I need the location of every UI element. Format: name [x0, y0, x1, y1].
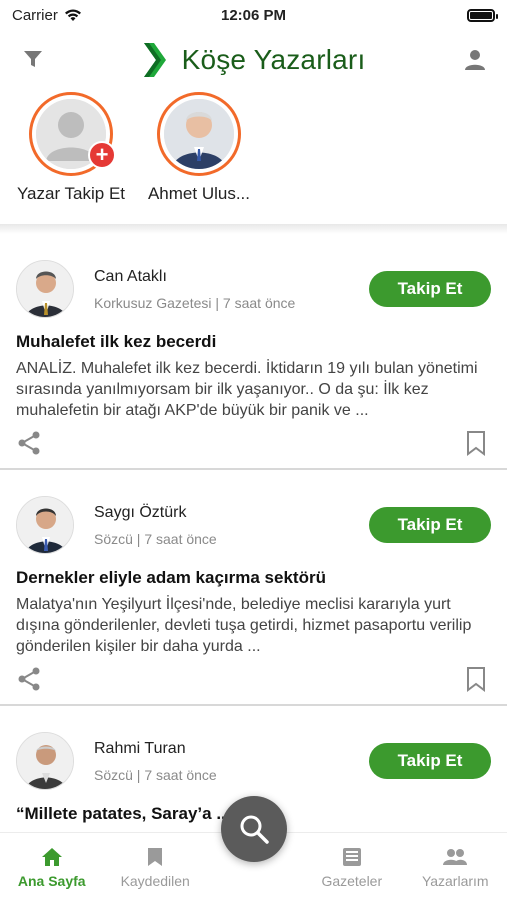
author-photo: [164, 99, 234, 169]
tab-newspapers[interactable]: Gazeteler: [300, 833, 403, 900]
author-avatar[interactable]: [16, 260, 74, 318]
bookmark-icon[interactable]: [465, 666, 487, 692]
card-header: Can Ataklı Korkusuz Gazetesi | 7 saat ön…: [16, 260, 491, 318]
search-button[interactable]: [221, 796, 287, 862]
followed-authors-row: + Yazar Takip Et Ahmet Ulus...: [0, 92, 507, 224]
author-ring: [157, 92, 241, 176]
status-time: 12:06 PM: [220, 6, 287, 24]
card-header: Saygı Öztürk Sözcü | 7 saat önce Takip E…: [16, 496, 491, 554]
follow-author-item[interactable]: + Yazar Takip Et: [12, 92, 130, 224]
user-icon: [465, 50, 485, 70]
bookmark-icon: [148, 848, 163, 866]
follow-button[interactable]: Takip Et: [369, 271, 491, 307]
section-divider: [0, 224, 507, 234]
source-time: Sözcü | 7 saat önce: [94, 766, 217, 783]
tab-label: Yazarlarım: [421, 873, 489, 889]
logo-chevron-icon: [143, 43, 166, 77]
author-name[interactable]: Rahmi Turan: [94, 740, 369, 758]
filter-icon: [24, 51, 42, 67]
tab-label: Ana Sayfa: [17, 873, 86, 889]
filter-button[interactable]: [22, 48, 44, 75]
author-name[interactable]: Saygı Öztürk: [94, 504, 369, 522]
author-name: Ahmet Ulus...: [147, 184, 251, 203]
tab-label: Kaydedilen: [120, 873, 190, 889]
follow-button[interactable]: Takip Et: [369, 743, 491, 779]
page-title: Köşe Yazarları: [181, 44, 366, 75]
carrier-label: Carrier: [12, 6, 58, 24]
author-photo: [17, 261, 73, 317]
author-photo: [17, 733, 73, 789]
card-actions: [16, 430, 487, 456]
header-brand: Köşe Yazarları: [142, 41, 366, 79]
search-icon: [240, 815, 269, 844]
tab-my-authors[interactable]: Yazarlarım: [404, 833, 507, 900]
author-avatar[interactable]: [16, 732, 74, 790]
author-ring: +: [29, 92, 116, 176]
card-meta: Saygı Öztürk Sözcü | 7 saat önce: [94, 504, 369, 547]
article-excerpt[interactable]: ANALİZ. Muhalefet ilk kez becerdi. İktid…: [16, 358, 491, 421]
article-title[interactable]: Dernekler eliyle adam kaçırma sektörü: [16, 568, 491, 588]
bookmark-icon[interactable]: [465, 430, 487, 456]
profile-button[interactable]: [463, 48, 487, 77]
status-left: Carrier: [12, 7, 82, 24]
tab-saved[interactable]: Kaydedilen: [103, 833, 206, 900]
header: Köşe Yazarları: [0, 30, 507, 90]
article-card[interactable]: Saygı Öztürk Sözcü | 7 saat önce Takip E…: [0, 470, 507, 706]
share-icon[interactable]: [16, 666, 42, 692]
tab-label: Gazeteler: [321, 873, 383, 889]
source-time: Korkusuz Gazetesi | 7 saat önce: [94, 294, 296, 311]
author-avatar: [164, 99, 234, 169]
author-photo: [17, 497, 73, 553]
author-name: Yazar Takip Et: [16, 184, 126, 203]
battery-icon: [467, 8, 498, 22]
article-title[interactable]: Muhalefet ilk kez becerdi: [16, 332, 491, 352]
add-author-icon: +: [88, 141, 116, 169]
card-meta: Rahmi Turan Sözcü | 7 saat önce: [94, 740, 369, 783]
newspaper-icon: [342, 848, 361, 866]
wifi-icon: [64, 9, 81, 21]
article-excerpt[interactable]: Malatya'nın Yeşilyurt İlçesi'nde, beledi…: [16, 594, 491, 657]
author-avatar[interactable]: [16, 496, 74, 554]
status-bar: Carrier 12:06 PM: [0, 0, 507, 30]
followed-author-item[interactable]: Ahmet Ulus...: [140, 92, 258, 224]
share-icon[interactable]: [16, 430, 42, 456]
home-icon: [41, 848, 62, 866]
article-card[interactable]: Can Ataklı Korkusuz Gazetesi | 7 saat ön…: [0, 234, 507, 470]
source-time: Sözcü | 7 saat önce: [94, 530, 217, 547]
follow-button[interactable]: Takip Et: [369, 507, 491, 543]
card-actions: [16, 666, 487, 692]
people-icon: [443, 849, 468, 865]
tab-home[interactable]: Ana Sayfa: [0, 833, 103, 900]
card-header: Rahmi Turan Sözcü | 7 saat önce Takip Et: [16, 732, 491, 790]
author-name[interactable]: Can Ataklı: [94, 268, 369, 286]
card-meta: Can Ataklı Korkusuz Gazetesi | 7 saat ön…: [94, 268, 369, 311]
